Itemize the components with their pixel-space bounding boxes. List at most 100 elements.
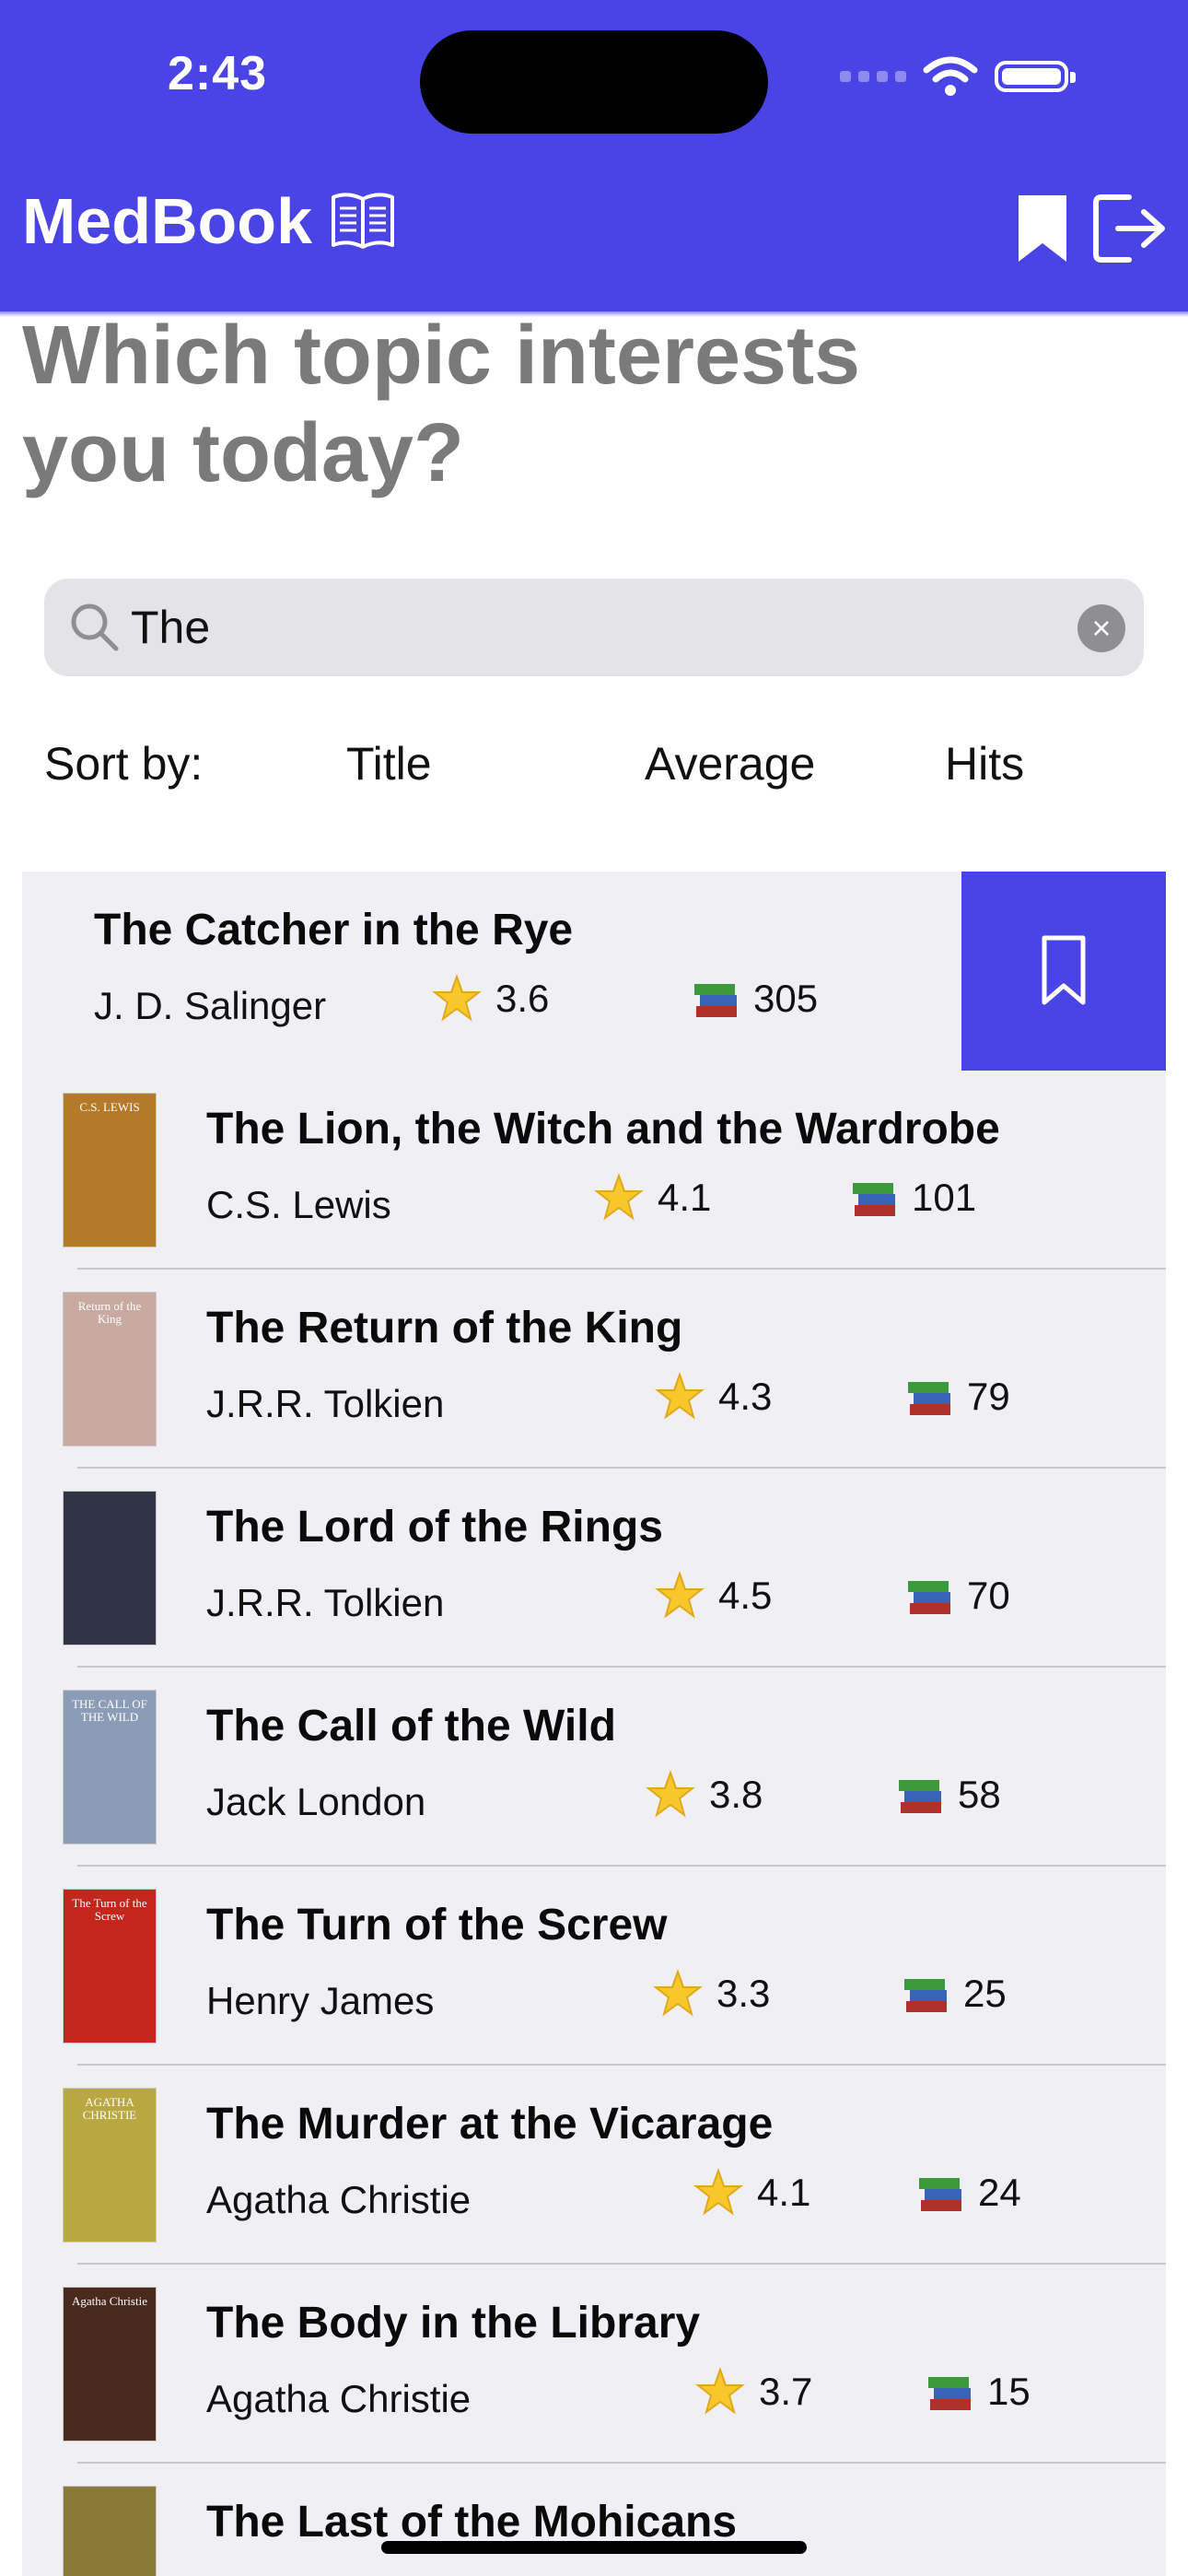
sort-option-average[interactable]: Average xyxy=(645,737,815,790)
search-icon xyxy=(71,603,119,651)
book-title: The Lord of the Rings xyxy=(206,1503,663,1551)
book-rating: 3.6 xyxy=(431,971,549,1026)
cellular-signal-icon xyxy=(840,71,906,82)
star-icon xyxy=(655,1570,705,1619)
list-item[interactable]: Agatha Christie The Body in the Library … xyxy=(22,2265,1166,2464)
book-title: The Last of the Mohicans xyxy=(206,2498,738,2547)
books-stack-icon xyxy=(908,1581,950,1614)
rating-value: 4.5 xyxy=(718,1574,773,1617)
sort-option-hits[interactable]: Hits xyxy=(945,737,1024,790)
book-title: The Lion, the Witch and the Wardrobe xyxy=(206,1105,1000,1153)
book-author: C.S. Lewis xyxy=(206,1183,391,1226)
dynamic-island xyxy=(420,30,768,134)
status-icons xyxy=(840,53,1076,100)
book-author: Henry James xyxy=(206,1979,435,2022)
book-cover xyxy=(63,1491,157,1645)
search-input[interactable]: The × xyxy=(44,579,1144,676)
rating-value: 3.3 xyxy=(716,1972,771,2015)
hits-value: 79 xyxy=(967,1375,1010,1418)
book-title: The Body in the Library xyxy=(206,2299,701,2348)
list-item[interactable]: The Turn of the Screw The Turn of the Sc… xyxy=(22,1867,1166,2066)
bookmark-swipe-button[interactable] xyxy=(961,872,1166,1071)
book-rating: 4.5 xyxy=(654,1568,772,1623)
book-title: The Turn of the Screw xyxy=(206,1901,668,1950)
bookmarks-button[interactable] xyxy=(1017,193,1068,263)
hits-value: 305 xyxy=(753,977,819,1020)
hits-value: 25 xyxy=(963,1972,1007,2015)
search-text: The xyxy=(131,602,211,653)
books-stack-icon xyxy=(908,1382,950,1415)
rating-value: 4.3 xyxy=(718,1375,773,1418)
book-cover: The Turn of the Screw xyxy=(63,1889,157,2043)
books-stack-icon xyxy=(919,2178,961,2211)
list-item[interactable]: The Lord of the Rings J.R.R. Tolkien 4.5… xyxy=(22,1469,1166,1668)
sort-label: Sort by: xyxy=(44,738,204,790)
book-hits: 25 xyxy=(903,1966,1007,2021)
book-cover: Return of the King xyxy=(63,1292,157,1446)
list-item[interactable]: The Last of the Mohicans xyxy=(22,2464,1166,2576)
home-indicator xyxy=(381,2541,807,2554)
rating-value: 4.1 xyxy=(757,2171,811,2214)
book-cover: AGATHA CHRISTIE xyxy=(63,2088,157,2242)
book-cover-text: Return of the King xyxy=(77,1299,142,1326)
nav-header: 2:43 MedBook xyxy=(0,0,1188,317)
book-cover-text: Agatha Christie xyxy=(72,2294,147,2308)
sort-option-title[interactable]: Title xyxy=(346,737,432,790)
book-cover: C.S. LEWIS xyxy=(63,1093,157,1247)
battery-icon xyxy=(995,61,1076,92)
bookmark-icon xyxy=(1042,935,1086,1005)
book-author: J.R.R. Tolkien xyxy=(206,1581,445,1624)
book-cover-text: The Turn of the Screw xyxy=(72,1896,147,1923)
books-stack-icon xyxy=(899,1780,941,1813)
book-title: The Call of the Wild xyxy=(206,1702,616,1751)
logout-button[interactable] xyxy=(1092,193,1168,263)
wifi-icon xyxy=(923,56,978,96)
book-author: J.R.R. Tolkien xyxy=(206,1382,445,1425)
star-icon xyxy=(655,1371,705,1420)
book-hits: 58 xyxy=(897,1767,1001,1822)
list-item[interactable]: AGATHA CHRISTIE The Murder at the Vicara… xyxy=(22,2066,1166,2265)
clear-icon[interactable]: × xyxy=(1077,604,1125,652)
book-cover-text: C.S. LEWIS xyxy=(79,1100,140,1114)
book-rating: 3.7 xyxy=(694,2364,812,2419)
book-hits: 24 xyxy=(917,2165,1021,2220)
star-icon xyxy=(594,1172,644,1221)
book-rating: 3.8 xyxy=(645,1767,763,1822)
rating-value: 4.1 xyxy=(658,1176,712,1219)
book-icon xyxy=(332,193,394,249)
app-title: MedBook xyxy=(22,185,312,257)
star-icon xyxy=(646,1769,695,1818)
book-cover: Agatha Christie xyxy=(63,2287,157,2441)
list-item[interactable]: Return of the King The Return of the Kin… xyxy=(22,1270,1166,1469)
hits-value: 70 xyxy=(967,1574,1010,1617)
books-stack-icon xyxy=(694,984,737,1017)
book-rating: 4.1 xyxy=(593,1170,711,1225)
books-stack-icon xyxy=(928,2377,971,2410)
book-hits: 305 xyxy=(693,971,818,1026)
list-item[interactable]: THE CALL OF THE WILD The Call of the Wil… xyxy=(22,1668,1166,1867)
page-title: Which topic interests you today? xyxy=(22,310,943,529)
book-rating: 4.3 xyxy=(654,1369,772,1424)
book-cover: THE CALL OF THE WILD xyxy=(63,1690,157,1844)
list-item-swiped[interactable]: The Catcher in the Rye J. D. Salinger 3.… xyxy=(22,872,1166,1071)
book-cover-text: AGATHA CHRISTIE xyxy=(82,2095,137,2122)
list-item[interactable]: C.S. LEWIS The Lion, the Witch and the W… xyxy=(22,1071,1166,1270)
book-rating: 4.1 xyxy=(693,2165,810,2220)
book-cover-text: THE CALL OF THE WILD xyxy=(72,1697,147,1724)
rating-value: 3.6 xyxy=(495,977,550,1020)
star-icon xyxy=(693,2167,743,2216)
book-list[interactable]: The Catcher in the Rye J. D. Salinger 3.… xyxy=(22,872,1166,2576)
hits-value: 24 xyxy=(978,2171,1021,2214)
book-title: The Return of the King xyxy=(206,1304,683,1352)
star-icon xyxy=(432,973,482,1022)
book-rating: 3.3 xyxy=(652,1966,770,2021)
book-hits: 70 xyxy=(906,1568,1010,1623)
status-time: 2:43 xyxy=(168,47,268,100)
book-title: The Murder at the Vicarage xyxy=(206,2100,774,2149)
hits-value: 101 xyxy=(912,1176,977,1219)
star-icon xyxy=(695,2366,745,2415)
rating-value: 3.7 xyxy=(759,2370,813,2413)
book-author: J. D. Salinger xyxy=(94,984,327,1027)
list-item-content[interactable]: The Catcher in the Rye J. D. Salinger 3.… xyxy=(22,872,961,1071)
book-hits: 15 xyxy=(926,2364,1031,2419)
